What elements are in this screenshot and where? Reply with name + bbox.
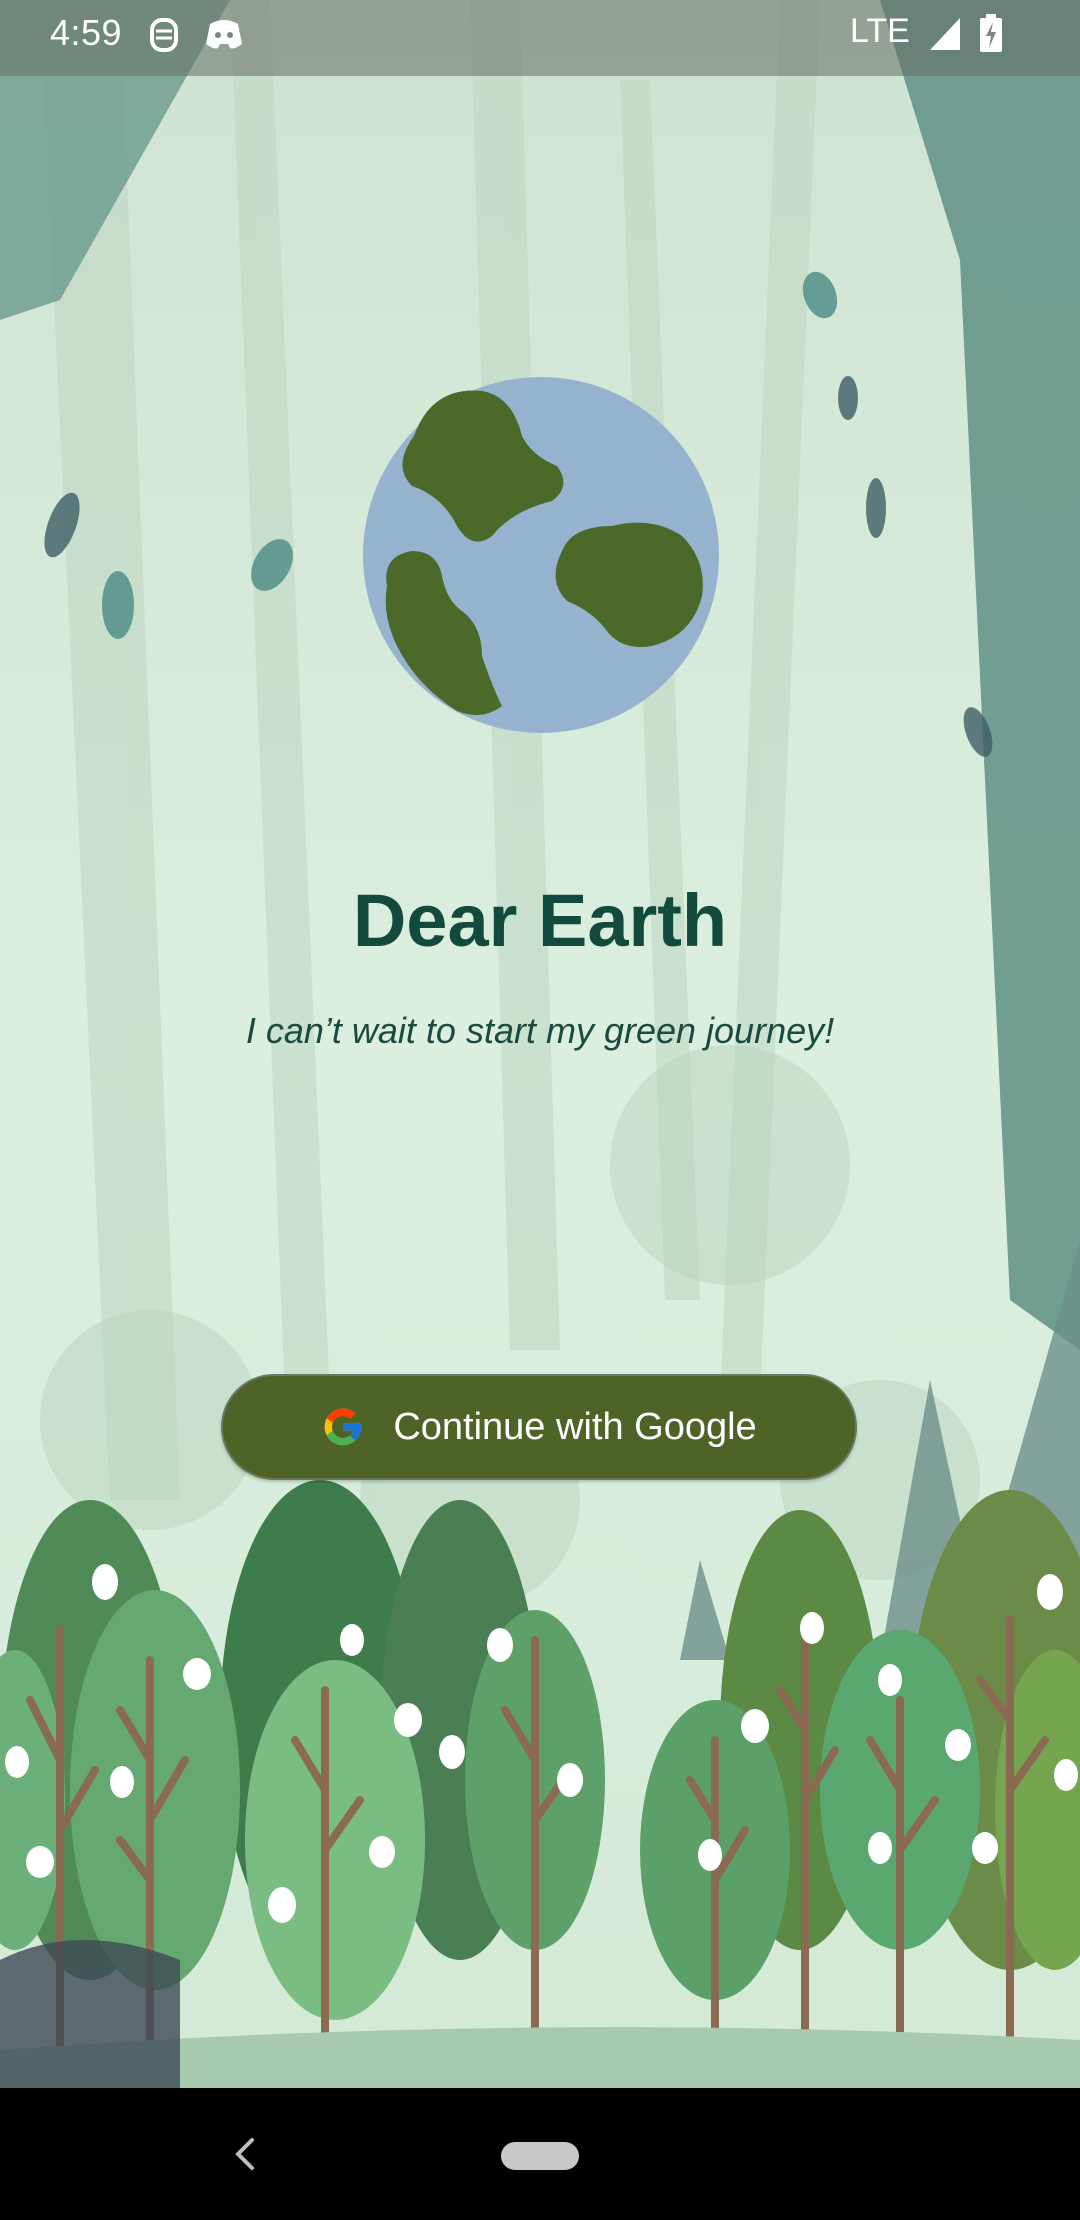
status-bar: 4:59 LTE	[0, 0, 1080, 76]
login-screen: 4:59 LTE Dear Earth I can’t wait to star…	[0, 0, 1080, 2220]
signal-icon	[930, 18, 960, 50]
home-pill-icon[interactable]	[501, 2142, 579, 2170]
google-g-icon	[324, 1408, 362, 1446]
network-type: LTE	[850, 12, 910, 50]
battery-charging-icon	[980, 14, 1002, 52]
app-tagline: I can’t wait to start my green journey!	[245, 1010, 835, 1051]
discord-icon	[206, 20, 242, 49]
google-button-label: Continue with Google	[393, 1405, 757, 1448]
app-title: Dear Earth	[352, 879, 728, 962]
back-icon[interactable]	[224, 2130, 264, 2178]
continue-with-google-button[interactable]: Continue with Google	[221, 1374, 857, 1480]
status-time: 4:59	[50, 12, 123, 53]
notification-badge-icon	[150, 18, 178, 52]
earth-icon	[363, 377, 719, 733]
